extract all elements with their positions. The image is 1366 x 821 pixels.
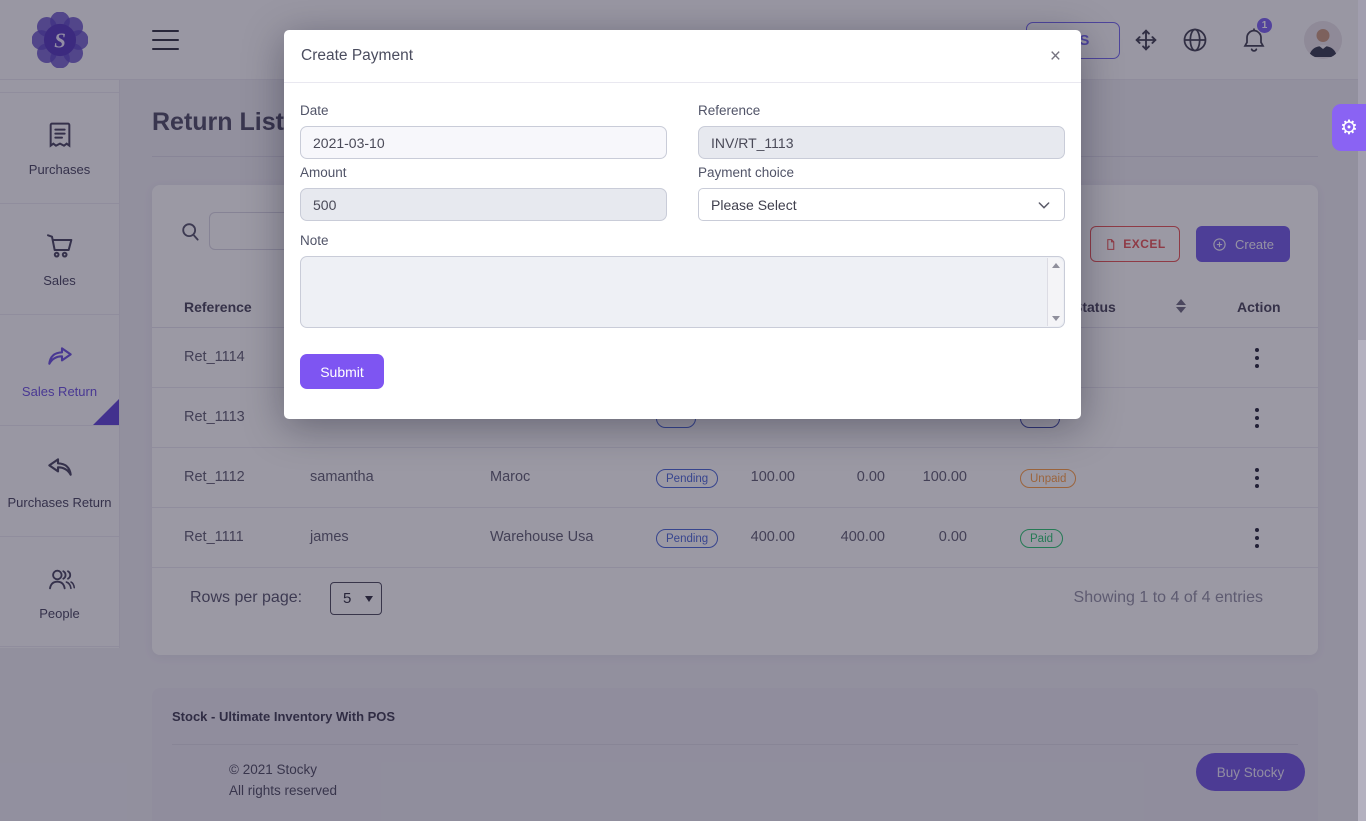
settings-gear-icon[interactable]: ⚙ [1332, 104, 1366, 151]
app-screen: S POS 1 [0, 0, 1366, 821]
reference-field [698, 126, 1065, 159]
payment-choice-value: Please Select [711, 197, 797, 213]
date-label: Date [300, 103, 667, 118]
note-label: Note [300, 233, 1065, 248]
modal-header: Create Payment × [284, 30, 1081, 83]
submit-button[interactable]: Submit [300, 354, 384, 389]
scroll-down-icon[interactable] [1052, 316, 1060, 321]
create-payment-modal: Create Payment × Date Reference Amount P… [284, 30, 1081, 419]
note-textarea[interactable] [300, 256, 1065, 328]
amount-label: Amount [300, 165, 667, 180]
amount-field [300, 188, 667, 221]
payment-choice-select[interactable]: Please Select [698, 188, 1065, 221]
close-icon[interactable]: × [1050, 47, 1061, 66]
modal-title: Create Payment [301, 47, 413, 65]
chevron-down-icon [1036, 197, 1052, 213]
textarea-scrollbar[interactable] [1047, 258, 1063, 326]
scroll-up-icon[interactable] [1052, 263, 1060, 268]
payment-choice-label: Payment choice [698, 165, 1065, 180]
scrollbar-thumb[interactable] [1358, 0, 1366, 340]
reference-label: Reference [698, 103, 1065, 118]
modal-body: Date Reference Amount Payment choice Ple… [284, 83, 1081, 389]
date-field[interactable] [300, 126, 667, 159]
